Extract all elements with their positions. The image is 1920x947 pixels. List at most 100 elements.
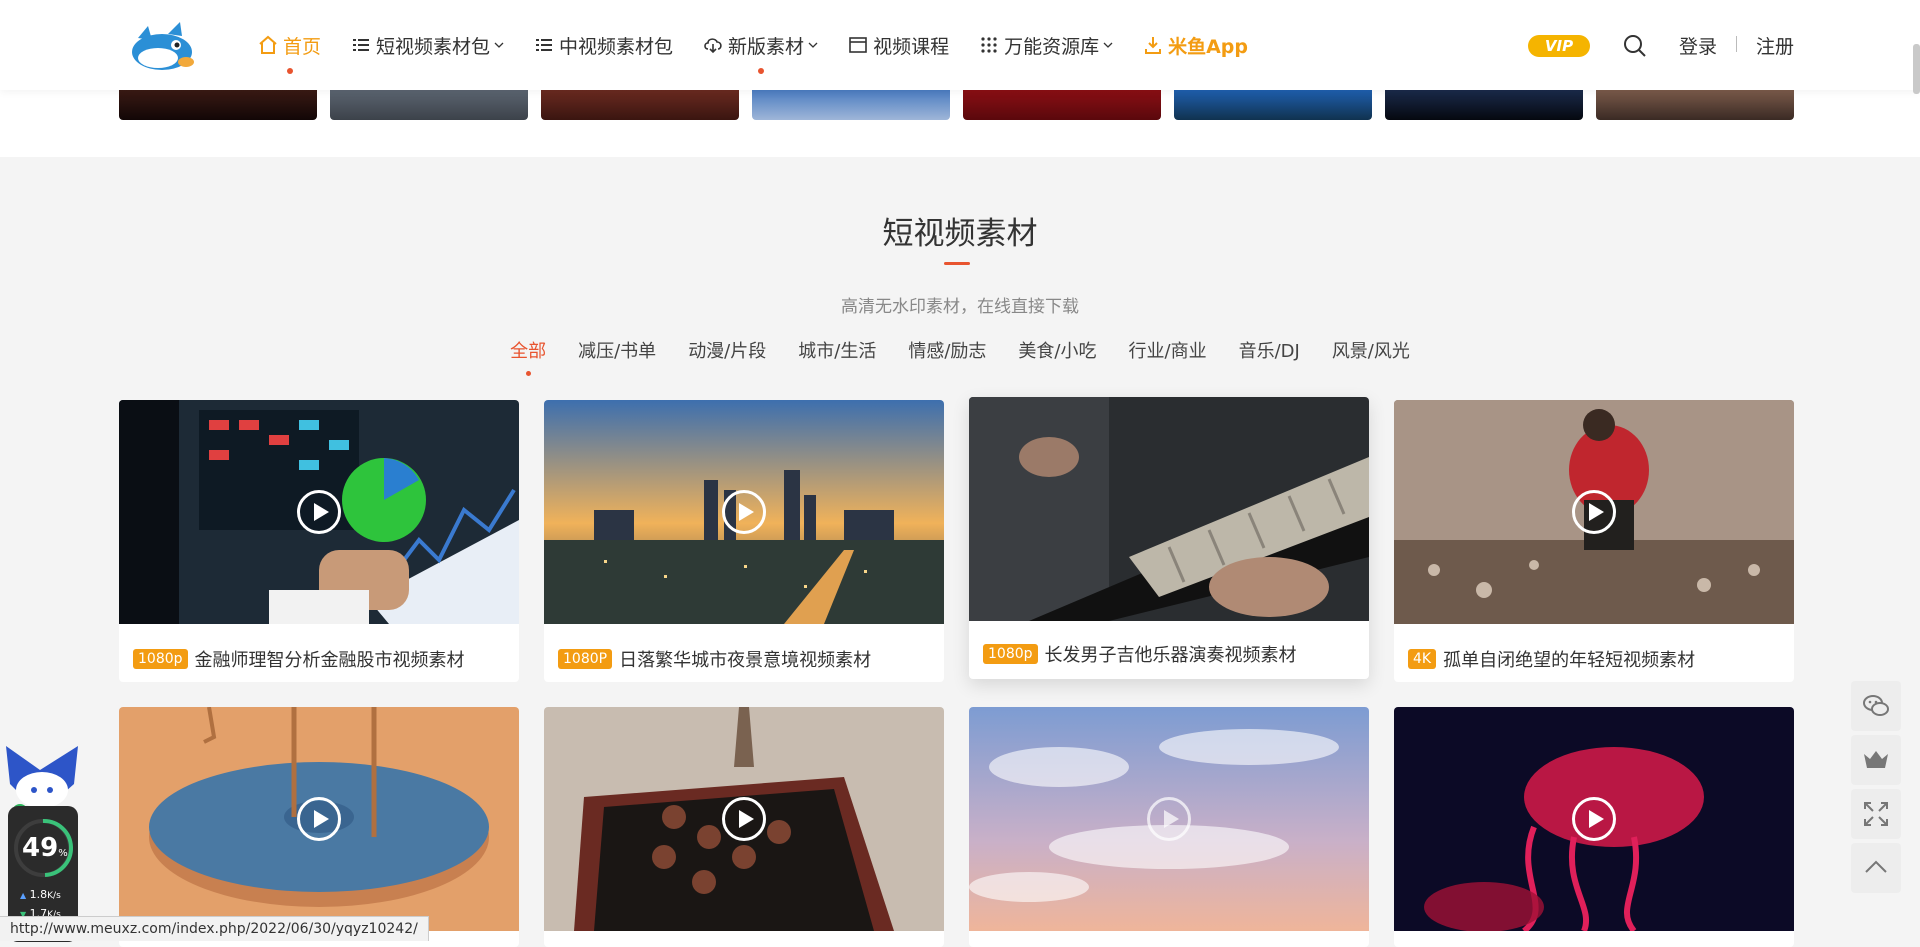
nav-video-course[interactable]: 视频课程 (848, 0, 949, 90)
chevron-up-icon (1865, 860, 1887, 873)
up-arrow-icon: ▲ (20, 891, 27, 900)
upload-speed-value: 1.8 (29, 888, 48, 901)
strip-thumbnail[interactable] (541, 90, 739, 120)
nav-resource-library-label: 万能资源库 (1004, 35, 1100, 58)
speed-percent-unit: % (58, 848, 68, 859)
nav-resource-library[interactable]: 万能资源库 (979, 0, 1113, 90)
video-title[interactable]: 孤单自闭绝望的年轻短视频素材 (1443, 646, 1695, 672)
strip-thumbnail[interactable] (1596, 90, 1794, 120)
chevron-down-icon (494, 42, 504, 48)
nav-new-materials[interactable]: 新版素材 (703, 0, 818, 90)
video-caption: 1080p 金融师理智分析金融股市视频素材 (133, 646, 465, 672)
play-icon (722, 797, 766, 841)
play-icon (1572, 490, 1616, 534)
video-thumbnail[interactable] (1394, 707, 1794, 931)
play-icon (1147, 797, 1191, 841)
video-title[interactable]: 日落繁华城市夜景意境视频素材 (619, 646, 871, 672)
video-caption: 1080P 日落繁华城市夜景意境视频素材 (558, 646, 871, 672)
search-icon[interactable] (1622, 33, 1648, 59)
wechat-icon (1863, 695, 1889, 716)
strip-thumbnail[interactable] (330, 90, 528, 120)
chevron-down-icon (808, 42, 818, 48)
strip-thumbnail[interactable] (119, 90, 317, 120)
cloud-download-icon (704, 38, 722, 54)
play-icon (297, 797, 341, 841)
crown-icon (1864, 751, 1888, 768)
vip-badge[interactable]: VIP (1528, 35, 1590, 57)
tab-industry-business[interactable]: 行业/商业 (1129, 337, 1207, 363)
fullscreen-button[interactable] (1851, 789, 1901, 839)
nav-home[interactable]: 首页 (258, 0, 321, 90)
upload-speed: ▲ 1.8K/s (20, 888, 61, 901)
play-icon (1572, 797, 1616, 841)
strip-thumbnail[interactable] (1174, 90, 1372, 120)
site-logo[interactable] (128, 18, 198, 74)
tab-active-dot (525, 371, 531, 376)
nav-mid-video-pack-label: 中视频素材包 (559, 35, 674, 58)
nav-home-label: 首页 (283, 35, 322, 58)
tab-label: 动漫/片段 (688, 341, 767, 362)
tab-label: 美食/小吃 (1018, 341, 1097, 362)
video-card[interactable] (119, 707, 519, 947)
play-icon (297, 490, 341, 534)
list-icon (536, 39, 553, 51)
video-thumbnail[interactable] (544, 400, 944, 624)
tab-emotion-inspiration[interactable]: 情感/励志 (908, 337, 986, 363)
nav-app-label: 米鱼App (1168, 35, 1248, 58)
vip-crown-button[interactable] (1851, 735, 1901, 785)
resolution-badge: 1080P (558, 649, 613, 669)
top-thumbnail-strip (0, 90, 1920, 157)
video-title[interactable]: 长发男子吉他乐器演奏视频素材 (1045, 641, 1297, 667)
strip-thumbnail[interactable] (963, 90, 1161, 120)
upload-speed-unit: K/s (47, 891, 61, 901)
resolution-badge: 4K (1408, 649, 1437, 669)
tab-label: 音乐/DJ (1238, 341, 1300, 362)
play-icon (722, 490, 766, 534)
section-title-underline (944, 262, 970, 265)
tab-decompress-books[interactable]: 减压/书单 (578, 337, 656, 363)
video-thumbnail[interactable] (544, 707, 944, 931)
strip-thumbnail[interactable] (752, 90, 950, 120)
scrollbar-thumb[interactable] (1913, 44, 1920, 94)
video-title[interactable]: 金融师理智分析金融股市视频素材 (195, 646, 465, 672)
tab-all[interactable]: 全部 (510, 337, 547, 376)
video-thumbnail[interactable] (1394, 400, 1794, 624)
video-card[interactable] (1394, 707, 1794, 947)
site-header: 首页 短视频素材包 中视频素材包 新版素材 视频课程 万能资源库 米鱼App V… (0, 0, 1920, 94)
tab-label: 风景/风光 (1331, 341, 1410, 362)
divider (1736, 36, 1737, 52)
nav-short-video-pack-label: 短视频素材包 (376, 35, 491, 58)
wechat-button[interactable] (1851, 681, 1901, 731)
tab-label: 行业/商业 (1128, 341, 1207, 362)
nav-short-video-pack[interactable]: 短视频素材包 (351, 0, 504, 90)
status-bar-url: http://www.meuxz.com/index.php/2022/06/3… (0, 916, 429, 941)
tab-music-dj[interactable]: 音乐/DJ (1239, 337, 1300, 363)
video-thumbnail[interactable] (969, 397, 1369, 621)
register-link[interactable]: 注册 (1756, 32, 1794, 59)
chevron-down-icon (1103, 42, 1113, 48)
video-thumbnail[interactable] (969, 707, 1369, 931)
video-card[interactable]: 1080p 长发男子吉他乐器演奏视频素材 (969, 397, 1369, 679)
nav-mid-video-pack[interactable]: 中视频素材包 (534, 0, 673, 90)
tab-label: 全部 (510, 341, 547, 362)
back-to-top-button[interactable] (1851, 843, 1901, 893)
nav-app-download[interactable]: 米鱼App (1143, 0, 1248, 90)
tab-scenery[interactable]: 风景/风光 (1332, 337, 1410, 363)
speed-percent: 49% (22, 833, 68, 863)
strip-thumbnail[interactable] (1385, 90, 1583, 120)
tab-label: 减压/书单 (578, 341, 657, 362)
video-card[interactable] (544, 707, 944, 947)
tab-label: 情感/励志 (908, 341, 987, 362)
tab-anime-clips[interactable]: 动漫/片段 (688, 337, 766, 363)
tab-city-life[interactable]: 城市/生活 (798, 337, 876, 363)
video-thumbnail[interactable] (119, 400, 519, 624)
video-card[interactable]: 1080P 日落繁华城市夜景意境视频素材 (544, 400, 944, 682)
tab-food-snacks[interactable]: 美食/小吃 (1018, 337, 1096, 363)
video-card[interactable] (969, 707, 1369, 947)
speed-percent-value: 49 (22, 833, 59, 863)
video-card[interactable]: 1080p 金融师理智分析金融股市视频素材 (119, 400, 519, 682)
video-card[interactable]: 4K 孤单自闭绝望的年轻短视频素材 (1394, 400, 1794, 682)
video-thumbnail[interactable] (119, 707, 519, 931)
login-link[interactable]: 登录 (1679, 32, 1717, 59)
list-icon (353, 39, 370, 51)
